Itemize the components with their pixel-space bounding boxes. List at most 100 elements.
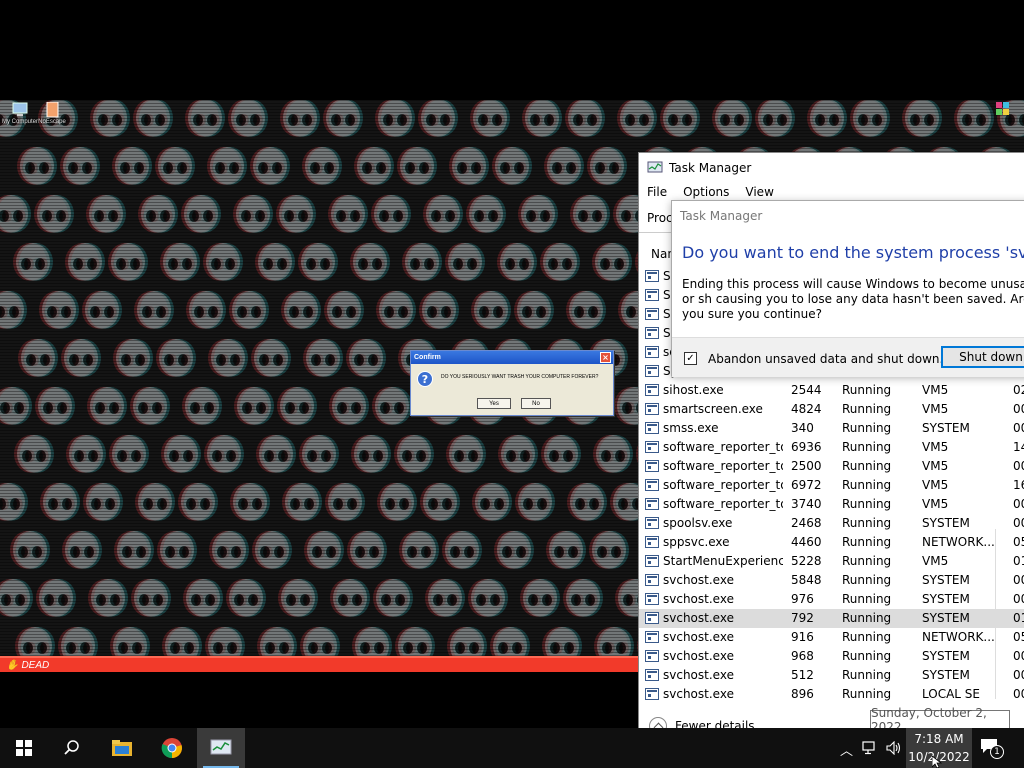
task-manager-icon [647,161,663,173]
process-icon [645,498,659,510]
table-row[interactable]: svchost.exe 896 Running LOCAL SE 00 [639,685,1024,704]
table-row[interactable]: software_reporter_to... 2500 Running VM5 00 [639,457,1024,476]
shut-down-button[interactable]: Shut down [941,346,1024,368]
process-pid: 792 [791,611,814,625]
folder-icon [112,740,132,756]
process-cpu: 05 [1013,630,1024,644]
search-button[interactable] [48,728,96,768]
process-status: Running [842,554,892,568]
taskbar-file-explorer[interactable] [98,728,146,768]
table-row[interactable]: svchost.exe 968 Running SYSTEM 00 [639,647,1024,666]
dead-banner-label: DEAD [21,659,50,671]
process-cpu: 00 [1013,421,1024,435]
menu-file[interactable]: File [639,183,675,205]
confirm-dialog: Confirm × ? DO YOU SERIOUSLY WANT TRASH … [410,350,614,416]
process-icon [645,346,659,358]
dead-banner: ✋ DEAD [0,656,640,672]
end-process-message: Ending this process will cause Windows t… [682,277,1024,321]
table-row[interactable]: software_reporter_to... 6972 Running VM5 16 [639,476,1024,495]
table-row[interactable]: software_reporter_to... 6936 Running VM5 14 [639,438,1024,457]
process-name: svchost.exe [663,592,734,606]
process-cpu: 00 [1013,497,1024,511]
process-name: svchost.exe [663,611,734,625]
table-row[interactable]: smss.exe 340 Running SYSTEM 00 [639,419,1024,438]
process-status: Running [842,649,892,663]
process-pid: 2544 [791,383,822,397]
table-row[interactable]: smartscreen.exe 4824 Running VM5 00 [639,400,1024,419]
process-icon [645,612,659,624]
process-cpu: 00 [1013,459,1024,473]
process-pid: 4824 [791,402,822,416]
process-status: Running [842,630,892,644]
volume-icon[interactable] [886,741,902,755]
process-user: SYSTEM [922,516,970,530]
windows-logo-icon [16,740,32,756]
process-pid: 896 [791,687,814,701]
process-user: VM5 [922,402,949,416]
process-icon [645,631,659,643]
end-process-footer: ✓ Abandon unsaved data and shut down. Sh… [672,337,1024,377]
abandon-data-label[interactable]: Abandon unsaved data and shut down. [708,352,943,366]
printer-icon [645,517,659,529]
process-status: Running [842,402,892,416]
document-icon [46,102,59,118]
table-row[interactable]: svchost.exe 916 Running NETWORK... 05 [639,628,1024,647]
process-icon [645,403,659,415]
process-cpu: 00 [1013,402,1024,416]
table-row[interactable]: svchost.exe 792 Running SYSTEM 01 [639,609,1024,628]
table-row[interactable]: StartMenuExperienc... 5228 Running VM5 01 [639,552,1024,571]
process-cpu: 00 [1013,668,1024,682]
process-name: spoolsv.exe [663,516,733,530]
process-user: SYSTEM [922,592,970,606]
confirm-no-button[interactable]: No [521,398,551,409]
process-icon [645,479,659,491]
process-status: Running [842,459,892,473]
taskbar-chrome[interactable] [148,728,196,768]
end-process-dialog-title: Task Manager [680,209,763,223]
table-row[interactable]: svchost.exe 512 Running SYSTEM 00 [639,666,1024,685]
process-cpu: 00 [1013,687,1024,701]
abandon-data-checkbox[interactable]: ✓ [684,352,697,365]
process-status: Running [842,668,892,682]
process-name: svchost.exe [663,630,734,644]
process-status: Running [842,478,892,492]
process-cpu: 00 [1013,573,1024,587]
close-icon[interactable]: × [600,352,611,363]
taskbar-task-manager[interactable] [197,728,245,768]
desktop-app-icon[interactable] [994,100,1012,116]
desktop-icon-label: NoEscape [38,119,66,125]
notification-button[interactable]: 1 [980,738,1006,759]
clock-time: 7:18 AM [914,732,964,746]
process-pid: 340 [791,421,814,435]
process-user: VM5 [922,383,949,397]
process-cpu: 05 [1013,535,1024,549]
process-pid: 5848 [791,573,822,587]
tab-processes[interactable]: Proc [647,211,673,225]
confirm-yes-button[interactable]: Yes [477,398,511,409]
process-user: VM5 [922,459,949,473]
process-user: LOCAL SE [922,687,980,701]
end-process-dialog: Task Manager Do you want to end the syst… [671,200,1024,377]
computer-icon [12,102,28,116]
table-row[interactable]: sppsvc.exe 4460 Running NETWORK... 05 [639,533,1024,552]
end-process-heading: Do you want to end the system process 's… [682,243,1024,262]
network-icon[interactable] [862,741,878,755]
process-icon [645,669,659,681]
confirm-dialog-title: Confirm [414,354,441,361]
chevron-up-icon[interactable]: ︿ [840,740,853,759]
table-row[interactable]: svchost.exe 5848 Running SYSTEM 00 [639,571,1024,590]
dead-banner-tag: ✋ DEAD [0,658,55,672]
chrome-icon [161,738,182,759]
table-row[interactable]: spoolsv.exe 2468 Running SYSTEM 00 [639,514,1024,533]
start-button[interactable] [0,728,48,768]
table-row[interactable]: sihost.exe 2544 Running VM5 02 [639,381,1024,400]
process-user: SYSTEM [922,573,970,587]
desktop-icon-noescape[interactable]: NoEscape [32,102,72,125]
process-status: Running [842,592,892,606]
process-name: software_reporter_to... [663,478,783,492]
table-row[interactable]: svchost.exe 976 Running SYSTEM 00 [639,590,1024,609]
process-pid: 916 [791,630,814,644]
process-name: StartMenuExperienc... [663,554,783,568]
table-row[interactable]: software_reporter_to... 3740 Running VM5 00 [639,495,1024,514]
hand-icon: ✋ [6,659,19,671]
